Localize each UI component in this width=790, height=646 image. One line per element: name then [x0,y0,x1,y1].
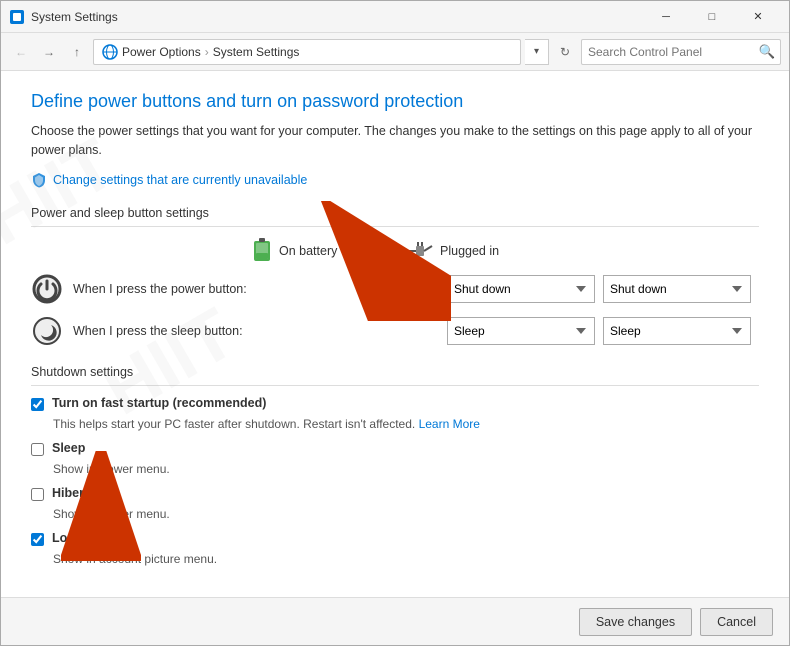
search-box: 🔍 [581,39,781,65]
sleep-option-row: Sleep [31,441,759,456]
fast-startup-checkbox[interactable] [31,398,44,411]
address-bar: ← → ↑ Power Options › System Settings ▾ … [1,33,789,71]
pluggedin-label: Plugged in [440,244,499,258]
power-button-label: When I press the power button: [73,282,447,296]
search-input[interactable] [582,45,754,59]
battery-label: On battery [279,244,337,258]
power-pluggedin-select[interactable]: Shut down Sleep Hibernate Turn off the d… [603,275,751,303]
fast-startup-label[interactable]: Turn on fast startup (recommended) [52,396,266,410]
window-icon [9,9,25,25]
page-description: Choose the power settings that you want … [31,122,759,160]
shutdown-section: Shutdown settings Turn on fast startup (… [31,365,759,566]
sleep-checkbox[interactable] [31,443,44,456]
learn-more-link[interactable]: Learn More [419,417,480,431]
lock-option-label[interactable]: Lock [52,531,81,545]
back-button[interactable]: ← [9,40,33,64]
footer: Save changes Cancel [1,597,789,645]
pluggedin-icon [406,240,434,262]
window-title: System Settings [31,10,643,24]
hibernate-option-sub: Show in Power menu. [53,507,759,521]
breadcrumb-part1: Power Options [122,45,201,59]
battery-icon [251,237,273,265]
refresh-button[interactable]: ↻ [553,40,577,64]
search-button[interactable]: 🔍 [754,40,780,64]
fast-startup-row: Turn on fast startup (recommended) [31,396,759,411]
title-bar: System Settings ─ □ ✕ [1,1,789,33]
main-window: System Settings ─ □ ✕ ← → ↑ Power Option… [0,0,790,646]
section1-header: Power and sleep button settings [31,206,759,227]
forward-button[interactable]: → [37,40,61,64]
maximize-button[interactable]: □ [689,1,735,33]
hibernate-option-row: Hibernate [31,486,759,501]
power-battery-select[interactable]: Shut down Sleep Hibernate Turn off the d… [447,275,595,303]
change-settings-text: Change settings that are currently unava… [53,173,307,187]
sleep-button-icon [31,315,63,347]
hibernate-option-label[interactable]: Hibernate [52,486,110,500]
change-settings-link[interactable]: Change settings that are currently unava… [31,172,759,188]
shield-icon [31,172,47,188]
breadcrumb: Power Options › System Settings [93,39,521,65]
power-button-row: When I press the power button: Shut down… [31,273,759,305]
minimize-button[interactable]: ─ [643,1,689,33]
column-headers: On battery Plugged in [31,237,759,265]
page-title: Define power buttons and turn on passwor… [31,91,759,112]
close-button[interactable]: ✕ [735,1,781,33]
breadcrumb-dropdown[interactable]: ▾ [525,39,549,65]
battery-column-header: On battery [251,237,406,265]
globe-icon [102,44,118,60]
sleep-button-row: When I press the sleep button: Sleep Hib… [31,315,759,347]
breadcrumb-separator: › [205,45,209,59]
cancel-button[interactable]: Cancel [700,608,773,636]
sleep-pluggedin-select[interactable]: Sleep Hibernate Shut down Turn off the d… [603,317,751,345]
sleep-button-label: When I press the sleep button: [73,324,447,338]
window-controls: ─ □ ✕ [643,1,781,33]
hibernate-checkbox[interactable] [31,488,44,501]
up-button[interactable]: ↑ [65,40,89,64]
lock-option-sub: Show in account picture menu. [53,552,759,566]
lock-option-row: Lock [31,531,759,546]
sleep-battery-select[interactable]: Sleep Hibernate Shut down Turn off the d… [447,317,595,345]
fast-startup-sub: This helps start your PC faster after sh… [53,417,759,431]
main-content: HIIT HIIT Define power buttons and turn … [1,71,789,597]
pluggedin-column-header: Plugged in [406,240,561,262]
lock-checkbox[interactable] [31,533,44,546]
section2-header: Shutdown settings [31,365,759,386]
sleep-option-sub: Show in Power menu. [53,462,759,476]
power-button-icon [31,273,63,305]
breadcrumb-part2: System Settings [213,45,300,59]
sleep-option-label[interactable]: Sleep [52,441,85,455]
save-changes-button[interactable]: Save changes [579,608,692,636]
